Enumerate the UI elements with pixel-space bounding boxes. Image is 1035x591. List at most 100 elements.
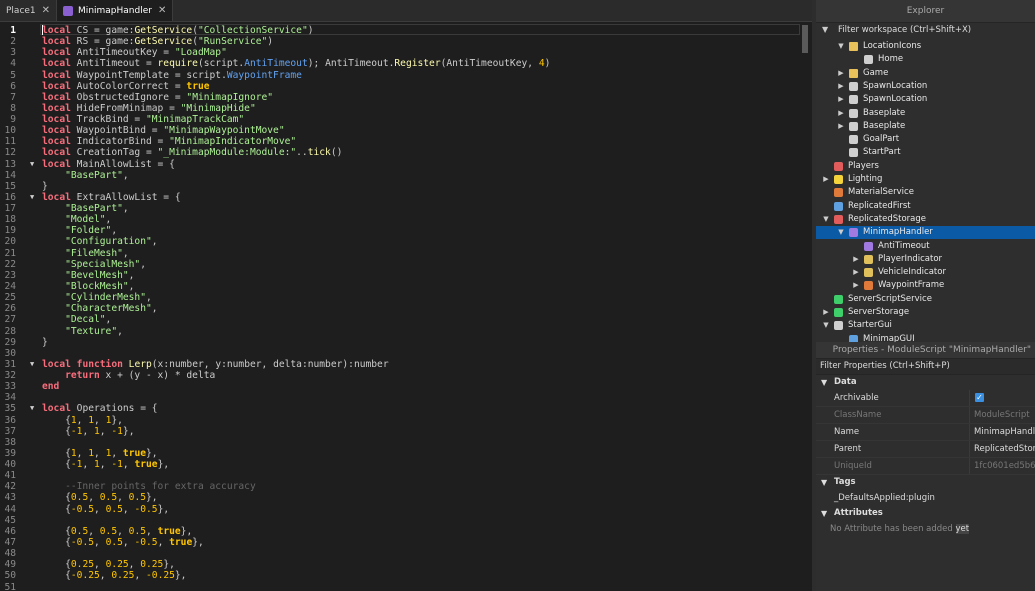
tree-item[interactable]: ▼ LocationIcons — [816, 40, 1035, 53]
tab-minimaphandler[interactable]: MinimapHandler ✕ — [57, 0, 174, 21]
tree-item[interactable]: ▶ SpawnLocation — [816, 93, 1035, 106]
tree-item[interactable]: ▶ Baseplate — [816, 107, 1035, 120]
chevron-right-icon[interactable]: ▶ — [822, 306, 830, 319]
property-row[interactable]: UniqueId 1fc0601ed5b636 — [816, 458, 1035, 475]
chevron-down-icon[interactable]: ▼ — [837, 226, 845, 239]
fold-chevron-icon[interactable]: ▼ — [30, 403, 37, 414]
tree-item[interactable]: ▶ SpawnLocation — [816, 80, 1035, 93]
chevron-right-icon[interactable]: ▶ — [852, 253, 860, 266]
property-row[interactable]: ClassName ModuleScript — [816, 407, 1035, 424]
tree-item[interactable]: GoalPart — [816, 133, 1035, 146]
chevron-down-icon[interactable]: ▼ — [822, 23, 828, 37]
tree-item[interactable]: Home — [816, 53, 1035, 66]
section-tags-label: Tags — [834, 477, 856, 487]
code-token: () — [330, 147, 343, 159]
code-token: 0.5 — [105, 536, 123, 548]
code-text: local RS = game:GetService("RunService") — [42, 36, 273, 47]
code-token: , — [82, 459, 95, 471]
line-number: 4 — [10, 58, 16, 70]
explorer-filter[interactable]: ▼ Filter workspace (Ctrl+Shift+X) — [816, 23, 1035, 37]
chevron-right-icon[interactable]: ▶ — [837, 107, 845, 120]
code-token: , — [117, 325, 123, 337]
scrollbar-thumb[interactable] — [802, 25, 808, 53]
section-attributes[interactable]: ▼ Attributes — [816, 506, 1035, 521]
code-text: "Configuration", — [42, 236, 158, 248]
tree-item[interactable]: ▶ WaypointFrame — [816, 279, 1035, 292]
tree-item[interactable]: ▶ Game — [816, 67, 1035, 80]
close-icon[interactable]: ✕ — [158, 5, 166, 16]
chevron-right-icon[interactable]: ▶ — [837, 67, 845, 80]
script-editor[interactable]: 1 local CS = game:GetService("CollectionS… — [0, 22, 812, 591]
property-rows: Archivable ✓ ClassName ModuleScript Name Mini… — [816, 390, 1035, 475]
code-token: IndicatorBind = — [70, 136, 170, 148]
chevron-right-icon[interactable]: ▶ — [837, 80, 845, 93]
chevron-right-icon[interactable]: ▶ — [822, 173, 830, 186]
tree-item[interactable]: StartPart — [816, 146, 1035, 159]
tree-item[interactable]: ▼ MinimapHandler — [816, 226, 1035, 240]
code-token: "MinimapTrackCam" — [145, 114, 245, 126]
tree-item[interactable]: ReplicatedFirst — [816, 200, 1035, 213]
tree-item[interactable]: ▶ ServerStorage — [816, 306, 1035, 319]
line-number: 44 — [4, 503, 16, 515]
fold-chevron-icon[interactable]: ▼ — [30, 359, 37, 370]
tree-item[interactable]: MinimapGUI — [816, 333, 1035, 342]
tree-item[interactable]: ServerScriptService — [816, 293, 1035, 306]
tree-item[interactable]: MaterialService — [816, 186, 1035, 199]
section-tags[interactable]: ▼ Tags — [816, 475, 1035, 490]
code-token: }, — [192, 536, 204, 548]
chevron-right-icon[interactable]: ▶ — [852, 266, 860, 279]
code-token: tick — [307, 147, 331, 159]
code-text: local MainAllowList = { — [42, 159, 175, 170]
code-token: , — [151, 236, 158, 248]
tree-item[interactable]: Players — [816, 160, 1035, 173]
code-token: HideFromMinimap = — [70, 102, 181, 114]
tree-item[interactable]: ▶ VehicleIndicator — [816, 266, 1035, 279]
section-data[interactable]: ▼ Data — [816, 375, 1035, 390]
properties-filter[interactable]: Filter Properties (Ctrl+Shift+P) — [816, 359, 1035, 375]
chevron-right-icon[interactable]: ▶ — [837, 93, 845, 106]
chevron-down-icon[interactable]: ▼ — [822, 213, 830, 226]
fold-chevron-icon[interactable]: ▼ — [30, 159, 37, 170]
checkbox-checked-icon[interactable]: ✓ — [975, 393, 984, 402]
code-token: game — [105, 25, 129, 36]
fold-chevron-icon[interactable]: ▼ — [30, 192, 37, 203]
chevron-right-icon[interactable]: ▶ — [852, 279, 860, 292]
code-text: {-1, 1, -1, true}, — [42, 459, 169, 470]
tab-place1[interactable]: Place1 ✕ — [0, 0, 58, 21]
tree-item[interactable]: ▶ Baseplate — [816, 120, 1035, 133]
chevron-down-icon[interactable]: ▼ — [837, 40, 845, 53]
property-row[interactable]: Archivable ✓ — [816, 390, 1035, 407]
code-token: 0.25 — [111, 570, 135, 582]
code-token: { — [42, 503, 71, 515]
tree-item[interactable]: ▼ ReplicatedStorage — [816, 213, 1035, 226]
code-token: 0.5 — [99, 492, 118, 504]
tree-item[interactable]: AntiTimeout — [816, 240, 1035, 253]
line-number: 5 — [10, 69, 16, 81]
property-row[interactable]: Parent ReplicatedStorage — [816, 441, 1035, 458]
tree-item[interactable]: ▶ Lighting — [816, 173, 1035, 186]
chevron-down-icon[interactable]: ▼ — [822, 319, 830, 332]
chevron-right-icon[interactable]: ▶ — [837, 120, 845, 133]
code-token: local — [42, 47, 71, 59]
code-token: local — [42, 125, 71, 137]
close-icon[interactable]: ✕ — [42, 5, 50, 16]
code-token: CS = — [70, 25, 106, 36]
tree-item[interactable]: ▶ PlayerIndicator — [816, 253, 1035, 266]
property-row[interactable]: Name MinimapHandler — [816, 424, 1035, 441]
code-token: , — [99, 459, 112, 471]
code-token: "FileMesh" — [65, 247, 123, 259]
tree-item[interactable]: ▼ StarterGui — [816, 319, 1035, 332]
code-token: local — [42, 80, 71, 92]
property-value[interactable]: ReplicatedStorage — [974, 441, 1035, 457]
property-value[interactable]: MinimapHandler — [974, 424, 1035, 440]
tag-item[interactable]: _DefaultsApplied:plugin — [816, 490, 1035, 506]
modulescript-icon — [864, 241, 873, 251]
code-token: ; AntiTimeout. — [313, 58, 395, 70]
editor-scrollbar[interactable] — [800, 22, 810, 591]
code-token: -0.5 — [134, 536, 158, 548]
code-token: WaypointTemplate = script. — [70, 69, 227, 81]
